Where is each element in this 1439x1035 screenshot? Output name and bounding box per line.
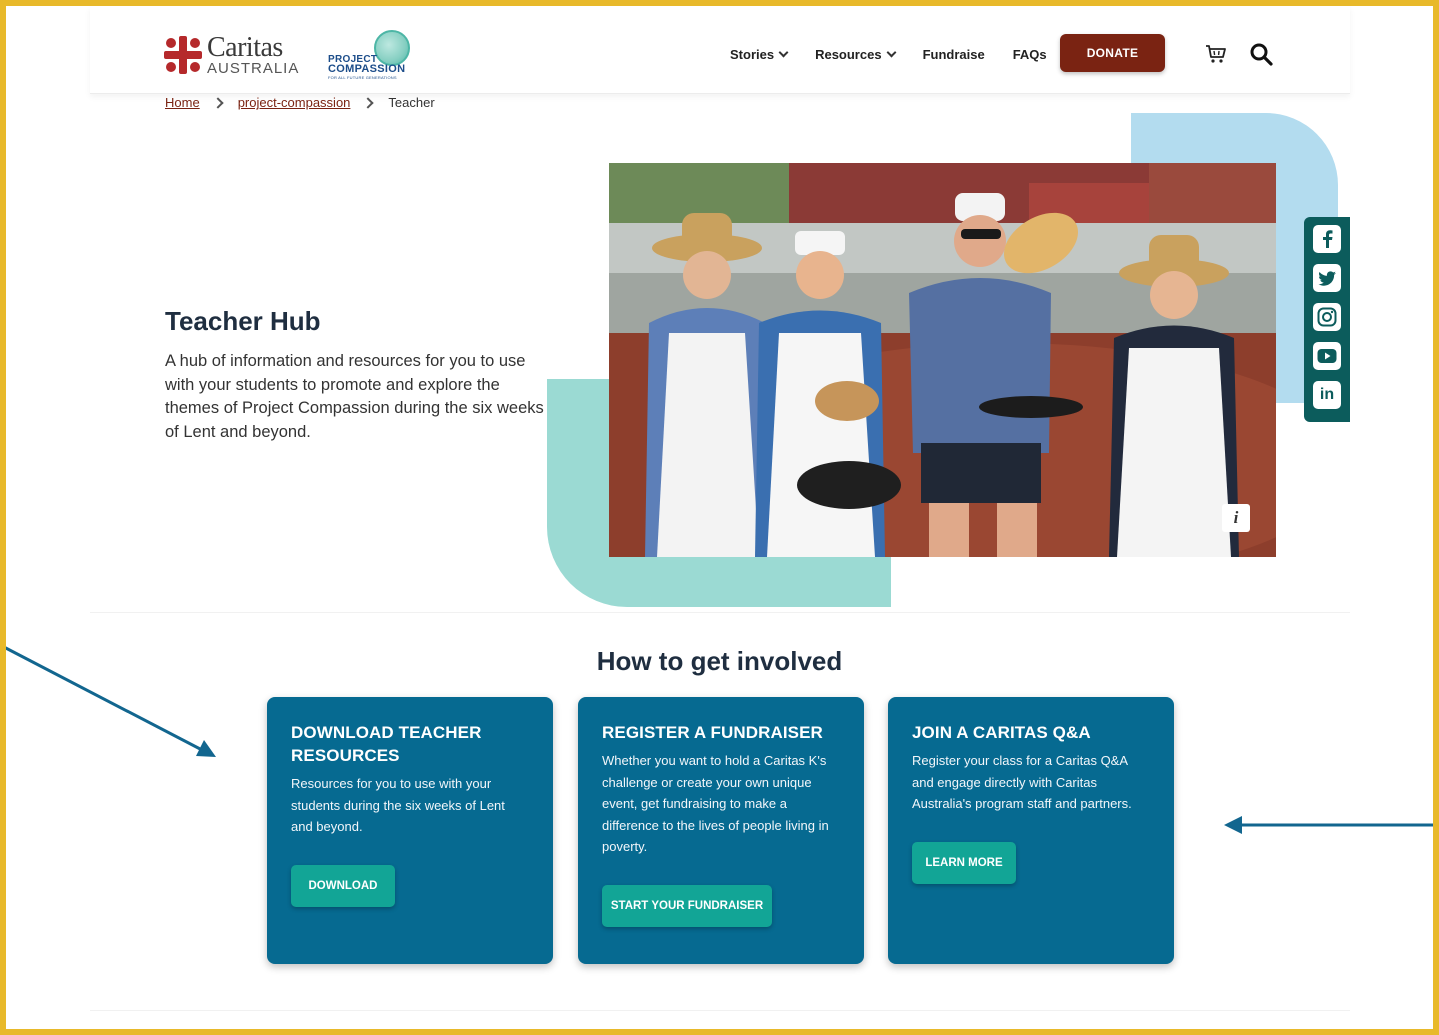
nav-item-resources[interactable]: Resources	[815, 46, 897, 62]
nav-item-stories[interactable]: Stories	[730, 46, 789, 62]
breadcrumb: Home project-compassion Teacher	[165, 95, 435, 110]
card-text: Resources for you to use with your stude…	[291, 776, 505, 835]
instagram-icon[interactable]	[1313, 303, 1341, 331]
donate-button[interactable]: DONATE	[1060, 34, 1165, 72]
hero-photo	[609, 163, 1276, 557]
facebook-icon[interactable]	[1313, 225, 1341, 253]
globe-icon	[374, 30, 410, 66]
page-description: A hub of information and resources for y…	[165, 352, 544, 441]
chevron-down-icon	[778, 47, 789, 57]
logo-name: Caritas	[207, 32, 283, 63]
start-fundraiser-button[interactable]: START YOUR FUNDRAISER	[602, 885, 772, 927]
breadcrumb-home[interactable]: Home	[165, 95, 200, 110]
project-compassion-logo[interactable]: PROJECT COMPASSION FOR ALL FUTURE GENERA…	[328, 30, 412, 82]
breadcrumb-project-compassion[interactable]: project-compassion	[238, 95, 351, 110]
download-button[interactable]: DOWNLOAD	[291, 865, 395, 907]
cart-icon[interactable]	[1205, 43, 1227, 65]
caritas-logo[interactable]: Caritas AUSTRALIA	[164, 34, 299, 76]
chevron-down-icon	[886, 47, 897, 57]
project-logo-line2: COMPASSION	[328, 63, 406, 75]
breadcrumb-current: Teacher	[388, 95, 435, 110]
card-heading: DOWNLOAD TEACHER RESOURCES	[291, 723, 482, 765]
nav-label: Stories	[730, 46, 775, 62]
nav-label: Resources	[815, 46, 882, 62]
caritas-cross-icon	[164, 36, 202, 74]
youtube-icon[interactable]	[1313, 342, 1341, 370]
nav-label: FAQs	[1012, 46, 1047, 62]
arrow-right-annotation	[1224, 816, 1439, 834]
card-join-qa: JOIN A CARITAS Q&A Register your class f…	[888, 697, 1174, 964]
card-register-fundraiser: REGISTER A FUNDRAISER Whether you want t…	[578, 697, 864, 964]
card-download-resources: DOWNLOAD TEACHER RESOURCES Resources for…	[267, 697, 553, 964]
page-title: Teacher Hub	[165, 306, 321, 336]
card-heading: JOIN A CARITAS Q&A	[912, 723, 1091, 742]
search-icon[interactable]	[1249, 42, 1273, 66]
nav-label: Fundraise	[922, 46, 985, 62]
main-nav: Stories Resources Fundraise FAQs	[730, 34, 1075, 74]
card-text: Whether you want to hold a Caritas K's c…	[602, 753, 829, 855]
card-heading: REGISTER A FUNDRAISER	[602, 723, 823, 742]
social-share-bar: in	[1304, 217, 1350, 422]
chevron-right-icon	[212, 96, 224, 109]
site-header: Caritas AUSTRALIA PROJECT COMPASSION FOR…	[90, 6, 1350, 94]
nav-item-fundraise[interactable]: Fundraise	[923, 47, 985, 62]
learn-more-button[interactable]: LEARN MORE	[912, 842, 1016, 884]
section-divider	[90, 612, 1350, 613]
project-logo-tagline: FOR ALL FUTURE GENERATIONS	[328, 75, 397, 80]
chevron-right-icon	[362, 96, 375, 109]
twitter-icon[interactable]	[1313, 264, 1341, 292]
image-info-button[interactable]: i	[1222, 504, 1250, 532]
logo-sub: AUSTRALIA	[207, 60, 300, 77]
section-title: How to get involved	[596, 646, 843, 676]
card-text: Register your class for a Caritas Q&A an…	[912, 753, 1132, 812]
section-divider	[90, 1010, 1350, 1011]
linkedin-icon[interactable]: in	[1313, 381, 1341, 409]
nav-item-faqs[interactable]: FAQs	[1013, 47, 1047, 62]
